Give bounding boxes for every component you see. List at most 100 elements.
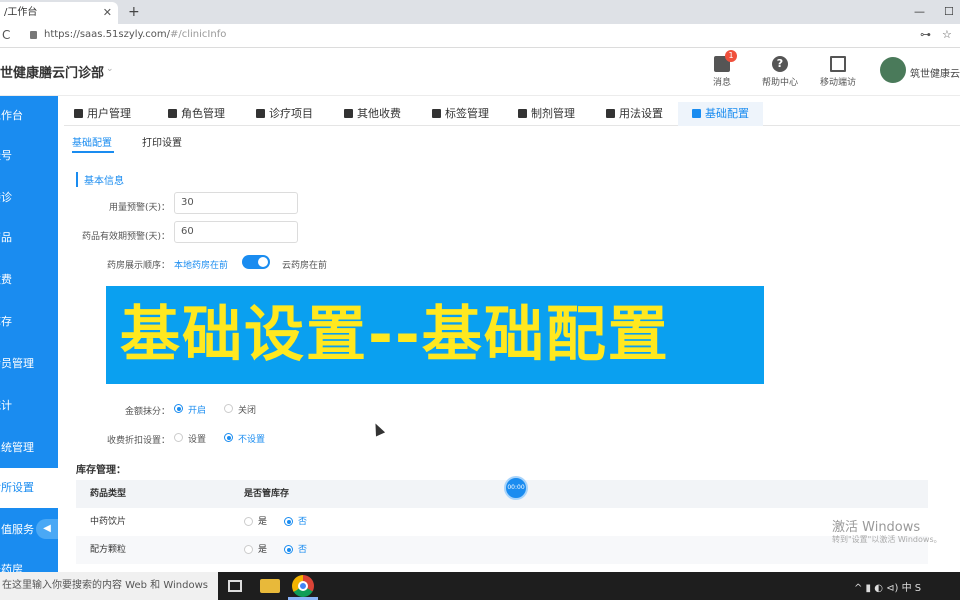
windows-taskbar: 在这里输入你要搜索的内容 Web 和 Windows ^ ▮ ◐ ⊲) 中 S bbox=[0, 572, 960, 600]
sidebar-item-registration[interactable]: 挂号 bbox=[0, 136, 58, 176]
dosage-warning-input[interactable]: 30 bbox=[174, 192, 298, 214]
address-bar[interactable]: https://saas.51szyly.com/#/clinicInfo bbox=[44, 29, 226, 40]
expiry-warning-input[interactable]: 60 bbox=[174, 221, 298, 243]
chevron-down-icon[interactable]: ⌄ bbox=[106, 64, 114, 74]
round-off-radio[interactable] bbox=[224, 404, 233, 413]
manage-no-label: 否 bbox=[298, 545, 308, 555]
qr-code-icon bbox=[830, 56, 846, 72]
banner-text: 基础设置--基础配置 bbox=[120, 300, 670, 370]
table-row: 中药饮片 是 否 bbox=[76, 508, 928, 536]
table-row: 配方颗粒 是 否 bbox=[76, 536, 928, 564]
key-icon[interactable]: ⊶ bbox=[920, 28, 931, 41]
tab-usage-settings[interactable]: 用法设置 bbox=[606, 102, 663, 126]
manage-yes-label: 是 bbox=[258, 517, 268, 527]
collapse-sidebar-icon[interactable]: ◀ bbox=[36, 519, 58, 539]
messages-label: 消息 bbox=[712, 78, 731, 88]
briefcase-icon bbox=[256, 109, 265, 118]
pharmacy-order-switch[interactable] bbox=[242, 255, 270, 269]
discount-off-radio[interactable] bbox=[224, 433, 233, 442]
lock-icon bbox=[30, 31, 37, 39]
discount-off-label: 不设置 bbox=[238, 435, 266, 445]
tab-basic-config[interactable]: 基础配置 bbox=[678, 102, 763, 126]
tag-icon bbox=[432, 109, 441, 118]
drug-type-cell: 配方颗粒 bbox=[90, 545, 127, 555]
activate-windows-subtitle: 转到"设置"以激活 Windows。 bbox=[832, 535, 942, 544]
round-on-radio[interactable] bbox=[174, 404, 183, 413]
task-view-icon[interactable] bbox=[228, 580, 242, 592]
username[interactable]: 筑世健康云 bbox=[910, 65, 960, 80]
bookmark-star-icon[interactable]: ☆ bbox=[942, 28, 952, 41]
reload-icon[interactable]: C bbox=[2, 28, 10, 42]
subtab-basic-config[interactable]: 基础配置 bbox=[72, 134, 112, 149]
sidebar-item-members[interactable]: 会员管理 bbox=[0, 344, 58, 384]
url-host: https://saas.51szyly.com/ bbox=[44, 29, 170, 40]
manage-no-label: 否 bbox=[298, 517, 308, 527]
chrome-icon[interactable] bbox=[292, 575, 314, 597]
manage-yes-radio[interactable] bbox=[244, 517, 253, 526]
role-icon bbox=[168, 109, 177, 118]
taskbar-search[interactable]: 在这里输入你要搜索的内容 Web 和 Windows bbox=[0, 572, 218, 600]
usage-icon bbox=[606, 109, 615, 118]
sidebar-item-cloud-pharmacy[interactable]: 云药房 bbox=[0, 550, 58, 572]
minimize-icon[interactable]: — bbox=[914, 0, 925, 24]
user-icon bbox=[74, 109, 83, 118]
expiry-warning-label: 药品有效期预警(天)： bbox=[81, 232, 170, 242]
tab-preparation[interactable]: 制剂管理 bbox=[518, 102, 575, 126]
message-badge: 1 bbox=[725, 50, 737, 62]
browser-tab-title: /工作台 bbox=[4, 7, 38, 18]
sidebar-item-medicine[interactable]: 药品 bbox=[0, 218, 58, 258]
manage-no-radio[interactable] bbox=[284, 517, 293, 526]
browser-tabstrip: /工作台 ✕ + — ☐ bbox=[0, 0, 960, 24]
tab-treatment-items[interactable]: 诊疗项目 bbox=[256, 102, 313, 126]
sidebar-item-system[interactable]: 系统管理 bbox=[0, 428, 58, 468]
title-banner: 基础设置--基础配置 bbox=[106, 286, 764, 384]
receipt-icon bbox=[344, 109, 353, 118]
browser-toolbar: C https://saas.51szyly.com/#/clinicInfo … bbox=[0, 24, 960, 48]
sidebar-item-workbench[interactable]: 工作台 bbox=[0, 96, 58, 136]
sidebar-item-clinic-settings[interactable]: 诊所设置 bbox=[0, 468, 58, 508]
messages-button[interactable]: 1 消息 bbox=[700, 50, 744, 88]
discount-label: 收费折扣设置： bbox=[106, 436, 170, 446]
pharmacy-order-right: 云药房在前 bbox=[282, 261, 328, 271]
drug-type-cell: 中药饮片 bbox=[90, 517, 127, 527]
table-header: 药品类型 是否管库存 bbox=[76, 480, 928, 508]
floating-recorder-button[interactable]: 00:00 bbox=[504, 476, 528, 500]
pharmacy-order-left: 本地药房在前 bbox=[174, 261, 229, 271]
browser-tab[interactable]: /工作台 ✕ bbox=[0, 2, 118, 24]
section-title: 基本信息 bbox=[76, 172, 124, 187]
maximize-icon[interactable]: ☐ bbox=[944, 0, 954, 24]
storage-title: 库存管理： bbox=[76, 465, 126, 476]
discount-on-radio[interactable] bbox=[174, 433, 183, 442]
column-header: 药品类型 bbox=[90, 489, 127, 499]
sidebar-item-statistics[interactable]: 统计 bbox=[0, 386, 58, 426]
tab-tag-management[interactable]: 标签管理 bbox=[432, 102, 489, 126]
system-tray[interactable]: ^ ▮ ◐ ⊲) 中 S bbox=[854, 579, 921, 594]
new-tab-button[interactable]: + bbox=[128, 2, 140, 22]
subtab-print-settings[interactable]: 打印设置 bbox=[142, 134, 182, 149]
manage-no-radio[interactable] bbox=[284, 545, 293, 554]
tab-other-charges[interactable]: 其他收费 bbox=[344, 102, 401, 126]
discount-on-label: 设置 bbox=[188, 435, 207, 445]
file-explorer-icon[interactable] bbox=[260, 579, 280, 593]
home-icon bbox=[692, 109, 701, 118]
url-path: #/clinicInfo bbox=[169, 29, 227, 40]
close-icon[interactable]: ✕ bbox=[103, 2, 112, 24]
column-header: 是否管库存 bbox=[244, 489, 290, 499]
pharmacy-order-label: 药房展示顺序： bbox=[106, 261, 170, 271]
sidebar: 工作台 挂号 接诊 药品 收费 库存 会员管理 统计 系统管理 诊所设置 增值服… bbox=[0, 96, 58, 572]
sidebar-item-consultation[interactable]: 接诊 bbox=[0, 178, 58, 218]
round-off-label: 关闭 bbox=[238, 406, 257, 416]
help-center-button[interactable]: ? 帮助中心 bbox=[758, 56, 802, 88]
sidebar-item-inventory[interactable]: 库存 bbox=[0, 302, 58, 342]
message-icon: 1 bbox=[714, 50, 737, 72]
round-on-label: 开启 bbox=[188, 406, 207, 416]
tab-user-management[interactable]: 用户管理 bbox=[74, 102, 131, 126]
sidebar-item-charge[interactable]: 收费 bbox=[0, 260, 58, 300]
app-header: 世健康膳云门诊部 ⌄ 1 消息 ? 帮助中心 移动端访 筑世健康云 bbox=[0, 48, 960, 96]
clinic-name[interactable]: 世健康膳云门诊部 bbox=[0, 62, 104, 81]
subtab-active-indicator bbox=[72, 151, 114, 153]
mobile-access-button[interactable]: 移动端访 bbox=[816, 56, 860, 88]
manage-yes-radio[interactable] bbox=[244, 545, 253, 554]
tab-role-management[interactable]: 角色管理 bbox=[168, 102, 225, 126]
avatar[interactable] bbox=[880, 57, 906, 83]
